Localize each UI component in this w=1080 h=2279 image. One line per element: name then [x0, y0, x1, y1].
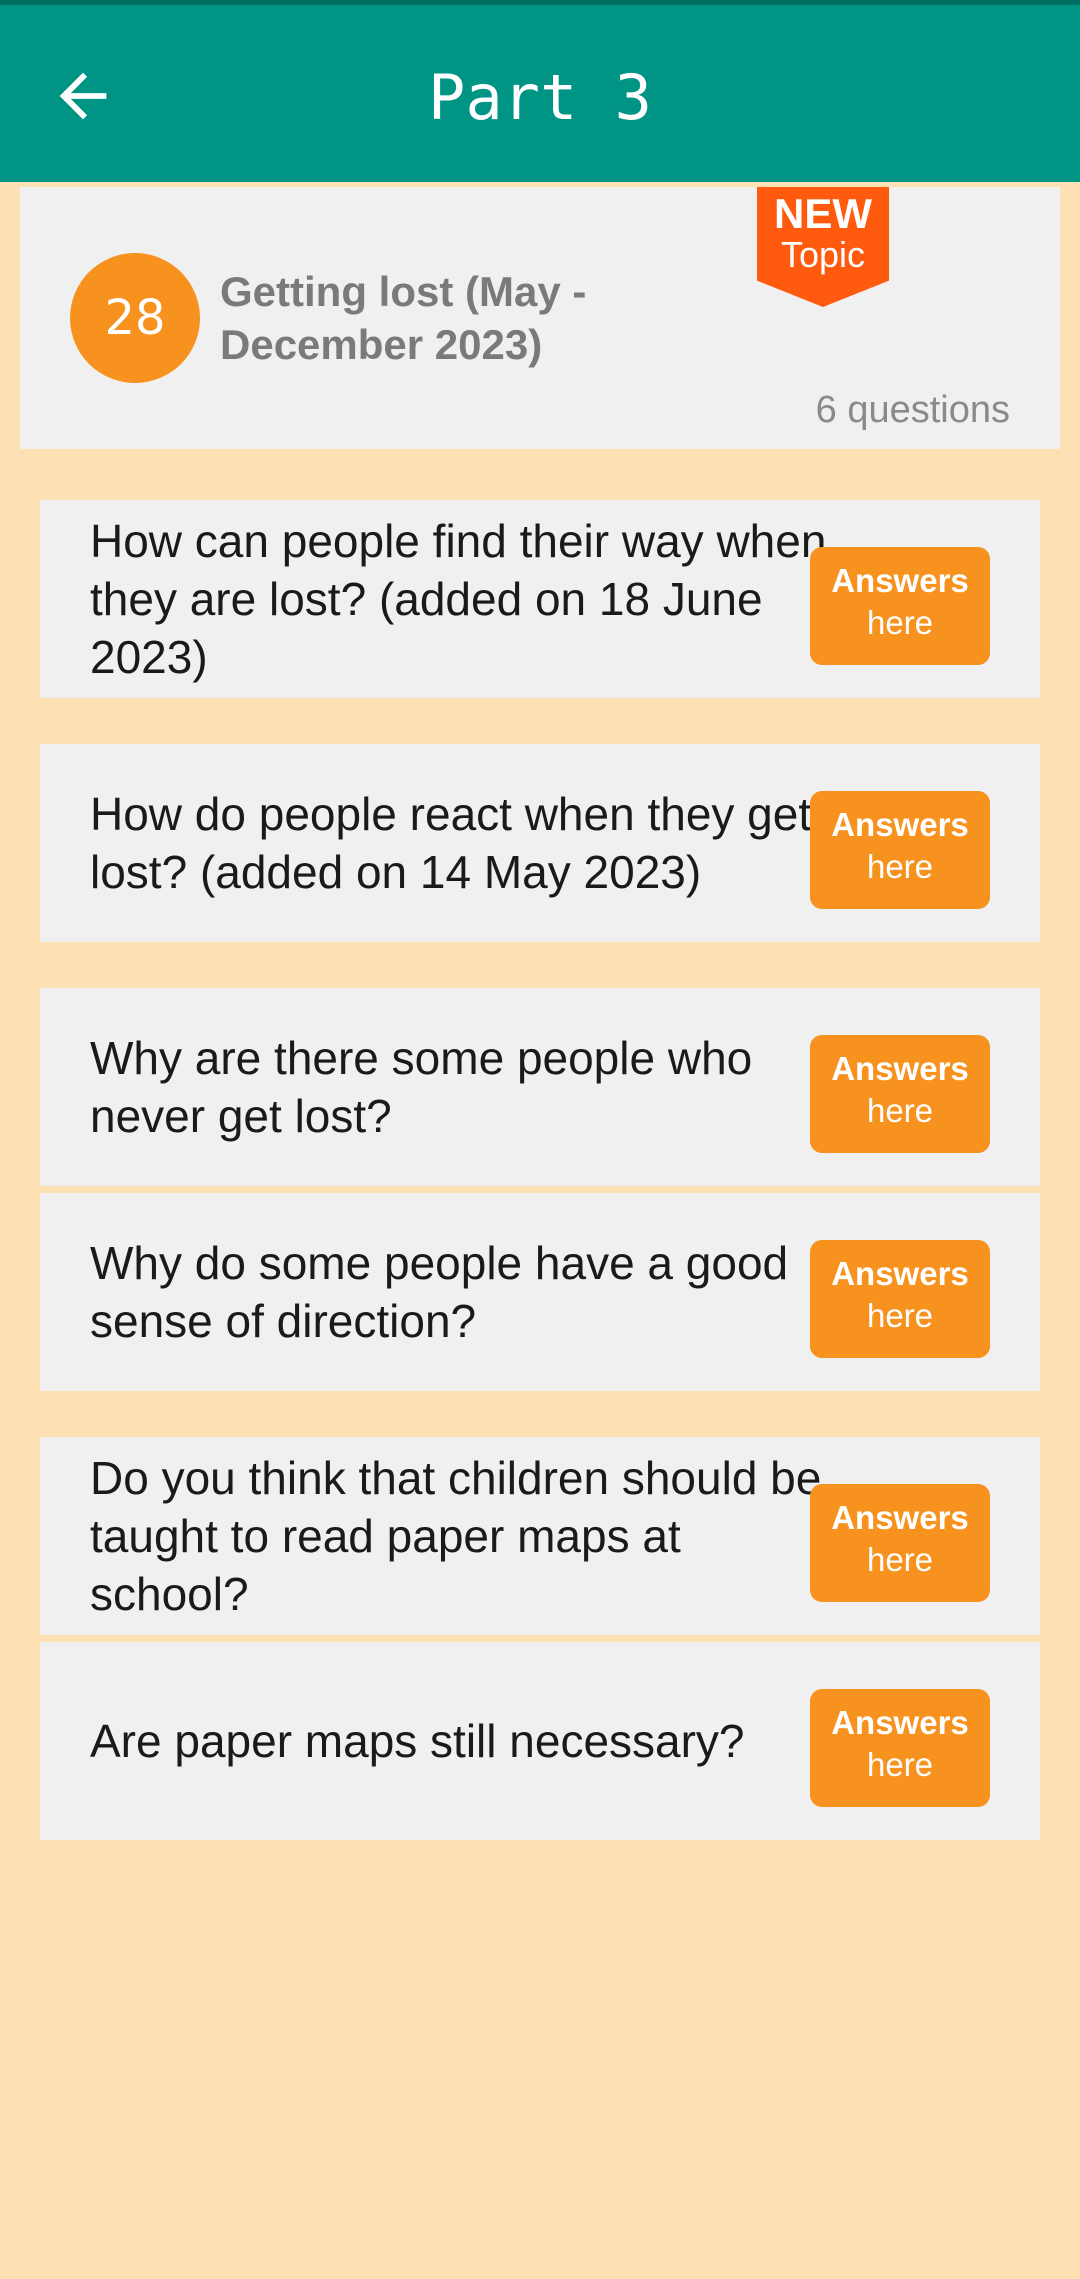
question-text: Why do some people have a good sense of …	[90, 1237, 789, 1347]
question-text: Are paper maps still necessary?	[90, 1715, 745, 1767]
answers-button[interactable]: Answers here	[810, 791, 990, 909]
answers-label: Answers	[831, 1704, 969, 1741]
here-label: here	[866, 1746, 934, 1783]
here-label: here	[866, 604, 934, 641]
answers-button[interactable]: Answers here	[810, 547, 990, 665]
answers-button[interactable]: Answers here	[810, 1240, 990, 1358]
question-text: Why are there some people who never get …	[90, 1032, 753, 1142]
topic-number-badge: 28	[70, 253, 200, 383]
question-row: Are paper maps still necessary? Answers …	[40, 1642, 1040, 1840]
topic-label: Topic	[780, 234, 866, 275]
app-bar: Part 3	[0, 0, 1080, 182]
question-row: Why do some people have a good sense of …	[40, 1193, 1040, 1391]
question-text: How do people react when they get lost? …	[90, 788, 812, 898]
here-label: here	[866, 1092, 934, 1129]
answers-label: Answers	[831, 1050, 969, 1087]
question-text: Do you think that children should be tau…	[90, 1452, 822, 1620]
here-label: here	[866, 1297, 934, 1334]
question-text: How can people find their way when they …	[90, 515, 827, 683]
answers-label: Answers	[831, 1255, 969, 1292]
new-topic-badge: NEW Topic	[757, 187, 889, 307]
question-row: Do you think that children should be tau…	[40, 1437, 1040, 1635]
answers-button[interactable]: Answers here	[810, 1689, 990, 1807]
answers-label: Answers	[831, 806, 969, 843]
question-row: Why are there some people who never get …	[40, 988, 1040, 1186]
answers-label: Answers	[831, 1499, 969, 1536]
here-label: here	[866, 848, 934, 885]
answers-label: Answers	[831, 562, 969, 599]
here-label: here	[866, 1541, 934, 1578]
answers-button[interactable]: Answers here	[810, 1484, 990, 1602]
topic-card[interactable]: 28 Getting lost (May - December 2023) NE…	[20, 187, 1060, 449]
question-row: How do people react when they get lost? …	[40, 744, 1040, 942]
question-row: How can people find their way when they …	[40, 500, 1040, 698]
topic-title: Getting lost (May - December 2023)	[220, 268, 587, 368]
answers-button[interactable]: Answers here	[810, 1035, 990, 1153]
new-label: NEW	[774, 190, 872, 237]
question-count: 6 questions	[815, 389, 1010, 431]
page-title: Part 3	[428, 61, 652, 134]
